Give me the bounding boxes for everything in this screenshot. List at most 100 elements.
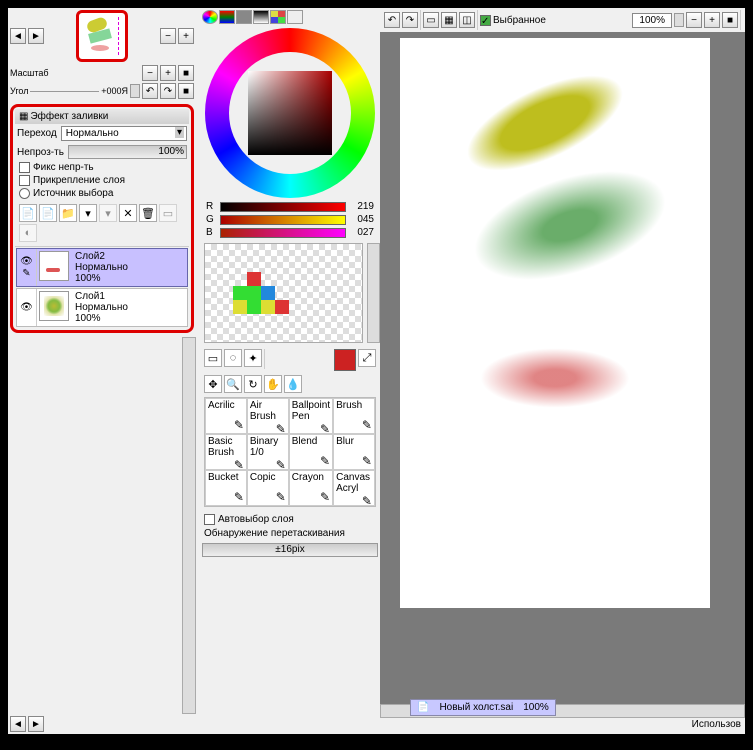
fill-effect-panel: ▦ Эффект заливки Переход Нормально Непро… bbox=[10, 104, 194, 333]
preview-minus[interactable]: − bbox=[160, 28, 176, 44]
scratchpad-icon[interactable] bbox=[287, 10, 303, 24]
current-color[interactable] bbox=[334, 349, 356, 371]
rotate-cw[interactable]: ↷ bbox=[160, 83, 176, 99]
brush-cell[interactable]: Copic✎ bbox=[247, 470, 289, 506]
drag-detect-slider[interactable]: ±16pix bbox=[202, 543, 378, 557]
move-icon[interactable]: ✥ bbox=[204, 375, 222, 393]
selected-check[interactable]: ✓ bbox=[480, 15, 491, 26]
document-tab[interactable]: 📄 Новый холст.sai 100% bbox=[410, 699, 556, 716]
attach-layer-check[interactable] bbox=[19, 175, 30, 186]
merge-down-icon[interactable]: ▾ bbox=[99, 204, 117, 222]
clear-layer-icon[interactable]: ✕ bbox=[119, 204, 137, 222]
show-sel-icon[interactable]: ◫ bbox=[459, 12, 475, 28]
new-linework-icon[interactable]: 📄 bbox=[39, 204, 57, 222]
r-slider[interactable] bbox=[220, 202, 346, 212]
rect-select-icon[interactable]: ▭ bbox=[204, 349, 222, 367]
brush-cell[interactable]: Brush✎ bbox=[333, 398, 375, 434]
eye-icon[interactable]: 👁 bbox=[20, 256, 33, 267]
transfer-down-icon[interactable]: ▾ bbox=[79, 204, 97, 222]
g-slider[interactable] bbox=[220, 215, 346, 225]
canvas-preview[interactable] bbox=[76, 10, 128, 62]
new-folder-icon[interactable]: 📁 bbox=[59, 204, 77, 222]
angle-spinner[interactable] bbox=[130, 84, 140, 98]
sv-picker[interactable] bbox=[248, 71, 332, 155]
rotate-icon[interactable]: ↻ bbox=[244, 375, 262, 393]
layer-info: Слой2Нормально100% bbox=[71, 249, 132, 286]
canvas-zoom-fit[interactable]: ■ bbox=[722, 12, 738, 28]
lasso-icon[interactable]: ◌ bbox=[224, 349, 242, 367]
palette-grid[interactable] bbox=[204, 243, 363, 343]
brush-cell[interactable]: Air Brush✎ bbox=[247, 398, 289, 434]
selected-label: Выбранное bbox=[493, 15, 546, 26]
brush-cell[interactable]: Binary 1/0✎ bbox=[247, 434, 289, 470]
swap-color-icon[interactable]: ⤢ bbox=[358, 349, 376, 367]
zoom-icon[interactable]: 🔍 bbox=[224, 375, 242, 393]
brush-cell[interactable]: Bucket✎ bbox=[205, 470, 247, 506]
mask-icon[interactable]: ◐ bbox=[19, 224, 37, 242]
canvas[interactable] bbox=[400, 38, 710, 608]
gray-icon[interactable] bbox=[253, 10, 269, 24]
flatten-icon[interactable]: ▭ bbox=[159, 204, 177, 222]
rgb-bars-icon[interactable] bbox=[219, 10, 235, 24]
canvas-zoom-out[interactable]: − bbox=[686, 12, 702, 28]
preview-plus[interactable]: + bbox=[178, 28, 194, 44]
redo-icon[interactable]: ↷ bbox=[402, 12, 418, 28]
palette-scroll[interactable] bbox=[367, 243, 380, 343]
deselect-icon[interactable]: ▭ bbox=[423, 12, 439, 28]
b-slider[interactable] bbox=[220, 228, 346, 238]
nav-prev-doc[interactable]: ◄ bbox=[10, 28, 26, 44]
drag-detect-label: Обнаружение перетаскивания bbox=[200, 526, 380, 541]
angle-reset[interactable]: ■ bbox=[178, 83, 194, 99]
r-label: R bbox=[206, 201, 216, 212]
brush-cell[interactable]: Blend✎ bbox=[289, 434, 333, 470]
canvas-toolbar: ↶ ↷ ▭ ▦ ◫ ✓ Выбранное 100% − + ■ bbox=[380, 8, 745, 32]
left-scrollbar[interactable] bbox=[182, 337, 196, 714]
selection-source-radio[interactable] bbox=[19, 188, 30, 199]
brush-icon: ✎ bbox=[320, 454, 330, 468]
zoom-in[interactable]: + bbox=[160, 65, 176, 81]
attach-layer-label: Прикрепление слоя bbox=[33, 175, 125, 186]
brush-cell[interactable]: Crayon✎ bbox=[289, 470, 333, 506]
brush-icon: ✎ bbox=[362, 454, 372, 468]
canvas-zoom-in[interactable]: + bbox=[704, 12, 720, 28]
g-value: 045 bbox=[350, 214, 374, 225]
brush-cell[interactable]: Canvas Acryl✎ bbox=[333, 470, 375, 506]
left-nav-prev[interactable]: ◄ bbox=[10, 716, 26, 732]
color-wheel[interactable] bbox=[205, 28, 375, 198]
brush-cell[interactable]: Acrilic✎ bbox=[205, 398, 247, 434]
layer-thumb bbox=[39, 251, 69, 281]
brush-cell[interactable]: Ballpoint Pen✎ bbox=[289, 398, 333, 434]
eye-icon[interactable]: 👁 bbox=[20, 302, 33, 313]
new-layer-icon[interactable]: 📄 bbox=[19, 204, 37, 222]
invert-sel-icon[interactable]: ▦ bbox=[441, 12, 457, 28]
layer-thumb bbox=[39, 291, 69, 321]
left-nav-next[interactable]: ► bbox=[28, 716, 44, 732]
nav-next-doc[interactable]: ► bbox=[28, 28, 44, 44]
canvas-zoom-field[interactable]: 100% bbox=[632, 13, 672, 28]
brush-cell[interactable]: Blur✎ bbox=[333, 434, 375, 470]
blend-mode-combo[interactable]: Нормально bbox=[61, 126, 187, 141]
hsv-icon[interactable] bbox=[236, 10, 252, 24]
delete-layer-icon[interactable]: 🗑 bbox=[139, 204, 157, 222]
zoom-spinner[interactable] bbox=[674, 13, 684, 27]
brush-icon: ✎ bbox=[234, 490, 244, 504]
eyedropper-icon[interactable]: 💧 bbox=[284, 375, 302, 393]
magic-wand-icon[interactable]: ✦ bbox=[244, 349, 262, 367]
opacity-slider[interactable]: 100% bbox=[68, 145, 187, 159]
color-wheel-icon[interactable] bbox=[202, 10, 218, 24]
brush-icon: ✎ bbox=[276, 490, 286, 504]
rotate-ccw[interactable]: ↶ bbox=[142, 83, 158, 99]
layer-item[interactable]: 👁✎ Слой2Нормально100% bbox=[16, 248, 188, 287]
hand-icon[interactable]: ✋ bbox=[264, 375, 282, 393]
doc-zoom: 100% bbox=[523, 702, 549, 713]
brush-icon: ✎ bbox=[234, 418, 244, 432]
fill-panel-title: ▦ Эффект заливки bbox=[15, 109, 189, 124]
brush-cell[interactable]: Basic Brush✎ bbox=[205, 434, 247, 470]
auto-select-check[interactable] bbox=[204, 514, 215, 525]
fix-opacity-check[interactable] bbox=[19, 162, 30, 173]
zoom-fit[interactable]: ■ bbox=[178, 65, 194, 81]
layer-item[interactable]: 👁 Слой1Нормально100% bbox=[16, 288, 188, 327]
palette-icon[interactable] bbox=[270, 10, 286, 24]
zoom-out[interactable]: − bbox=[142, 65, 158, 81]
undo-icon[interactable]: ↶ bbox=[384, 12, 400, 28]
